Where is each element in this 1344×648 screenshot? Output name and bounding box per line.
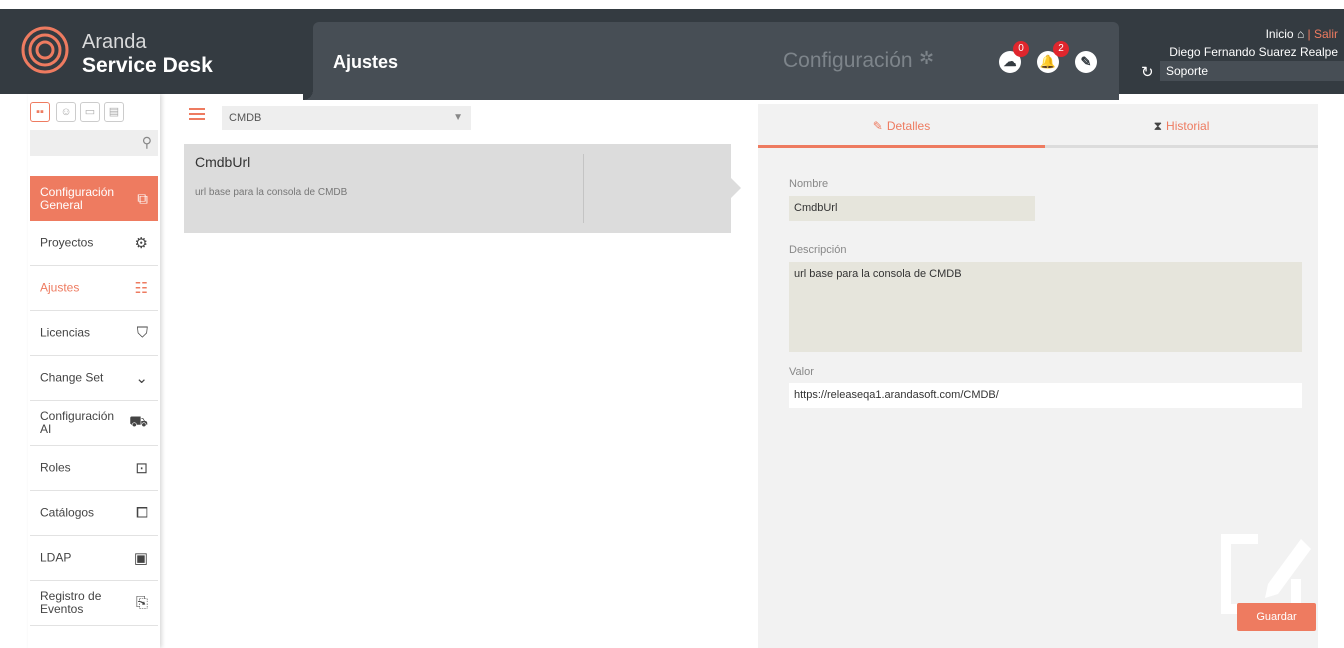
sidebar-item-label: Ajustes	[40, 280, 80, 295]
folder-user-icon: ▣	[133, 550, 148, 567]
description-label: Descripción	[789, 244, 847, 256]
home-icon[interactable]: ⌂	[1297, 27, 1304, 41]
gear-icon[interactable]: ✲	[919, 48, 934, 69]
brand-name-top: Aranda	[82, 31, 147, 53]
tab-detalles[interactable]: ✎ Detalles	[758, 104, 1045, 148]
tab-label: Detalles	[886, 119, 931, 133]
sidebar-item-roles[interactable]: Roles ⊡	[30, 446, 158, 491]
description-field[interactable]: url base para la consola de CMDB	[789, 262, 1302, 352]
sliders-icon: ☷	[134, 280, 148, 297]
sidebar-item-catalogos[interactable]: Catálogos ⧠	[30, 491, 158, 536]
gears-icon: ⚙	[134, 235, 148, 252]
refresh-icon[interactable]: ↻	[1141, 63, 1154, 81]
tab-label: Historial	[1166, 119, 1210, 133]
logout-link[interactable]: | Salir	[1308, 27, 1338, 41]
magic-wand-icon[interactable]: ✎	[1075, 51, 1097, 73]
sidebar-item-configuracion-general[interactable]: Configuración General ⧉	[30, 176, 158, 221]
detail-panel: ✎ Detalles ⧗ Historial Nombre CmdbUrl Desc…	[758, 104, 1318, 648]
category-select-value: CMDB	[229, 112, 262, 124]
sidebar-item-change-set[interactable]: Change Set ⌄	[30, 356, 158, 401]
save-button[interactable]: Guardar	[1237, 603, 1316, 631]
category-select[interactable]: CMDB ▼	[222, 106, 471, 130]
user-icon[interactable]: ☺	[56, 102, 76, 122]
section-header: Ajustes Configuración ✲ ☁ 0 🔔 2 ✎	[303, 22, 1119, 100]
sidebar-item-label: Proyectos	[40, 235, 94, 250]
notification-badge: 2	[1053, 41, 1069, 57]
list-item[interactable]: CmdbUrl url base para la consola de CMDB	[184, 144, 741, 233]
notification-badge: 0	[1013, 41, 1029, 57]
selection-pointer	[731, 178, 741, 198]
id-badge-icon: ⊡	[135, 460, 148, 477]
brand-name-bottom: Service Desk	[82, 54, 213, 77]
sidebar-search-input[interactable]: ⚲	[30, 130, 158, 156]
hamburger-menu-icon[interactable]	[189, 108, 205, 120]
sidebar-item-ldap[interactable]: LDAP ▣	[30, 536, 158, 581]
grid-icon[interactable]: ▪▪	[30, 102, 50, 122]
value-field[interactable]: https://releaseqa1.arandasoft.com/CMDB/	[789, 383, 1302, 408]
configuration-title[interactable]: Configuración	[783, 49, 913, 73]
edit-icon: ✎	[872, 119, 883, 133]
list-item-description: url base para la consola de CMDB	[195, 187, 348, 198]
tab-historial[interactable]: ⧗ Historial	[1045, 104, 1318, 148]
sidebar-item-label: Catálogos	[40, 505, 95, 520]
sidebar-item-label: Roles	[40, 460, 71, 475]
robot-icon: ⛟	[129, 413, 148, 431]
list-item-name: CmdbUrl	[195, 154, 251, 170]
sidebar-item-ajustes[interactable]: Ajustes ☷	[30, 266, 158, 311]
app-header: Aranda Service Desk Ajustes Configuració…	[0, 9, 1344, 100]
role-selector[interactable]: Soporte	[1160, 61, 1344, 81]
top-strip	[0, 0, 1344, 9]
chevron-down-icon: ⌄	[135, 370, 148, 387]
sidebar-item-label: Configuración General	[40, 184, 115, 212]
divider	[583, 154, 584, 223]
name-label: Nombre	[789, 178, 829, 190]
sidebar-item-label: Configuración AI	[40, 409, 115, 436]
sidebar-item-registro-de-eventos[interactable]: Registro de Eventos ⎘	[30, 581, 158, 626]
page-title: Ajustes	[333, 52, 399, 72]
sidebar-item-configuracion-ai[interactable]: Configuración AI ⛟	[30, 401, 158, 446]
name-field[interactable]: CmdbUrl	[789, 196, 1035, 221]
value-label: Valor	[789, 366, 814, 378]
sidebar-item-licencias[interactable]: Licencias ⛉	[30, 311, 158, 356]
gallery-icon: ⧠	[135, 504, 148, 522]
hourglass-icon: ⧗	[1153, 119, 1163, 133]
sidebar-item-label: Change Set	[40, 370, 104, 385]
dropdown-arrow-icon[interactable]: ▼	[453, 106, 463, 130]
sidebar-item-label: Registro de Eventos	[40, 589, 102, 616]
copy-icon: ⧉	[137, 190, 148, 207]
sidebar-item-label: Licencias	[40, 325, 91, 340]
clipboard-pulse-icon: ⎘	[135, 594, 148, 612]
home-label[interactable]: Inicio	[1266, 27, 1294, 41]
sidebar-item-proyectos[interactable]: Proyectos ⚙	[30, 221, 158, 266]
aranda-logo-icon	[21, 26, 69, 74]
user-name: Diego Fernando Suarez Realpe	[1169, 45, 1338, 59]
sidebar: ▪▪ ☺ ▭ ▤ ⚲ Configuración General ⧉ Proye…	[28, 94, 160, 648]
sidebar-item-label: LDAP	[40, 550, 72, 565]
edit-watermark-icon	[1221, 534, 1311, 614]
server-icon[interactable]: ▤	[104, 102, 124, 122]
search-icon[interactable]: ⚲	[142, 134, 152, 151]
monitor-icon[interactable]: ▭	[80, 102, 100, 122]
home-link[interactable]: Inicio ⌂ | Salir	[1266, 27, 1338, 41]
shield-icon: ⛉	[136, 324, 148, 342]
